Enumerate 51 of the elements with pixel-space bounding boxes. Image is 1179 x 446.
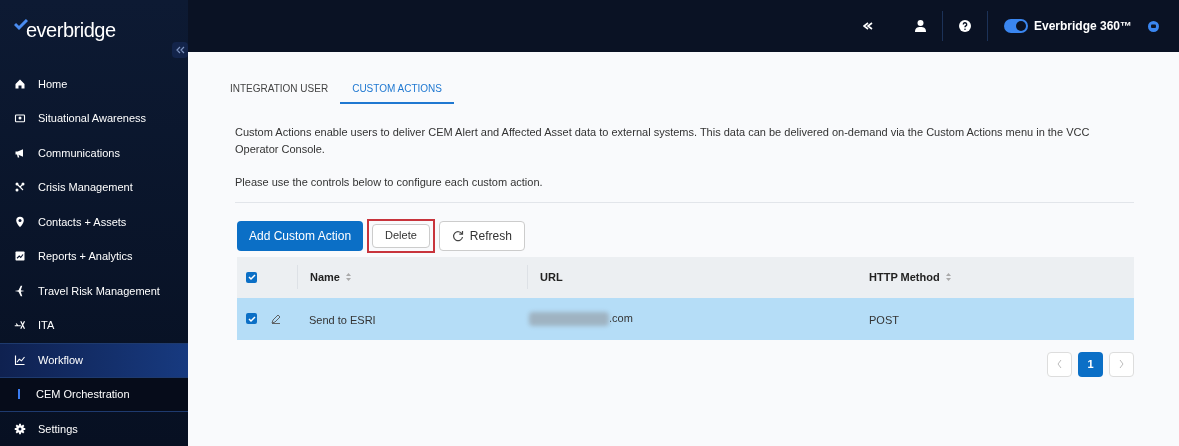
- sidebar-item[interactable]: Crisis Management: [0, 170, 188, 205]
- table-cell: POST: [869, 313, 899, 326]
- user-icon[interactable]: [914, 20, 926, 32]
- product-name: Everbridge 360™: [1033, 18, 1132, 35]
- chevron-right-icon: [1119, 360, 1124, 368]
- sidebar-subitem[interactable]: CEM Orchestration: [0, 377, 188, 412]
- add-custom-action-button[interactable]: Add Custom Action: [237, 220, 364, 251]
- gear-icon: [14, 422, 26, 435]
- sidebar-item[interactable]: Communications: [0, 135, 188, 170]
- pin-icon: [14, 215, 26, 228]
- help-icon[interactable]: [958, 20, 971, 32]
- column-header: URL: [540, 269, 563, 285]
- tab[interactable]: INTEGRATION USER: [218, 74, 341, 104]
- sidebar-item[interactable]: Home: [0, 66, 188, 101]
- checkbox[interactable]: [246, 313, 257, 324]
- chevron-left-icon: [1057, 360, 1062, 368]
- double-chevron-left-icon[interactable]: [862, 22, 873, 30]
- chat-icon[interactable]: [1148, 20, 1159, 32]
- map-icon: [14, 112, 26, 125]
- brand-logo: everbridge: [26, 20, 116, 41]
- home-icon: [14, 77, 26, 90]
- collapse-button[interactable]: [172, 42, 188, 58]
- sidebar-item[interactable]: Workflow: [0, 342, 188, 377]
- column-header: HTTP Method: [869, 269, 940, 285]
- table-cell-text: .com: [609, 311, 633, 327]
- sidebar-item[interactable]: Travel Risk Management: [0, 273, 188, 308]
- sidebar-item[interactable]: Settings: [0, 411, 188, 446]
- tab[interactable]: CUSTOM ACTIONS: [340, 74, 454, 104]
- sidebar-item[interactable]: Reports + Analytics: [0, 239, 188, 274]
- instruction-text: Please use the controls below to configure each custom action.: [234, 175, 544, 190]
- nodes-icon: [14, 181, 26, 194]
- description-text: Custom Actions enable users to deliver CEM Alert and Affected Asset data to external systems. This data can be delivered on-demand via the Custom Actions menu in the VCC Operator Console.: [234, 125, 1091, 157]
- ita-icon: [14, 319, 26, 332]
- refresh-icon: [451, 229, 464, 242]
- checkbox[interactable]: [246, 271, 257, 283]
- report-icon: [14, 250, 26, 263]
- double-chevron-left-icon: [175, 46, 185, 54]
- sidebar-item[interactable]: Situational Awareness: [0, 101, 188, 136]
- pencil-icon[interactable]: [271, 313, 281, 324]
- table-cell: Send to ESRI: [309, 313, 376, 326]
- sidebar-item[interactable]: ITA: [0, 308, 188, 343]
- sidebar-item[interactable]: Contacts + Assets: [0, 204, 188, 239]
- page-button[interactable]: 1: [1078, 351, 1103, 377]
- megaphone-icon: [14, 146, 26, 159]
- chart-icon: [14, 354, 26, 367]
- column-header: Name: [310, 269, 340, 285]
- delete-button[interactable]: Delete: [372, 223, 430, 248]
- toggle-switch[interactable]: [1003, 19, 1028, 33]
- table-row[interactable]: Send to ESRI .com POST: [237, 297, 1134, 340]
- refresh-button[interactable]: Refresh: [438, 220, 525, 251]
- check-logo-icon: [14, 19, 28, 32]
